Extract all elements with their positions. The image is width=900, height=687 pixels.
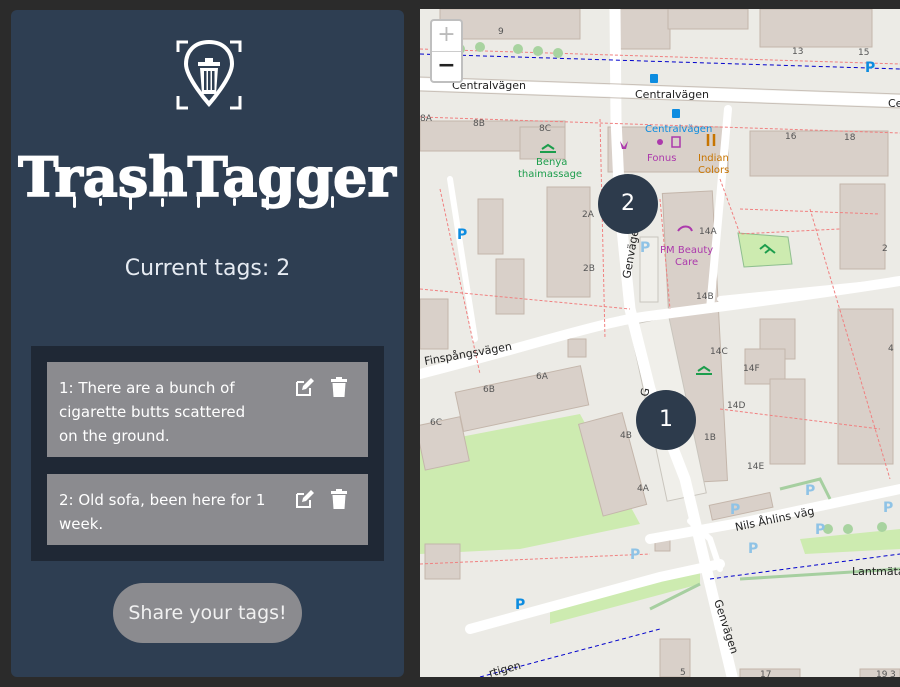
app-title: TrashTagger [11,138,404,228]
poi-label: Colors [698,165,729,176]
svg-text:P: P [730,502,740,518]
svg-text:19: 19 [876,670,888,677]
svg-text:4B: 4B [620,431,632,441]
svg-text:14F: 14F [743,364,760,374]
poi-label: thaimassage [518,169,582,180]
svg-text:14E: 14E [747,462,764,472]
svg-text:P: P [865,60,875,76]
svg-text:18: 18 [844,133,856,143]
svg-text:6A: 6A [536,372,549,382]
svg-text:P: P [815,522,825,538]
svg-text:6C: 6C [430,418,442,428]
svg-text:14A: 14A [699,227,717,237]
svg-text:P: P [515,597,525,613]
svg-text:5: 5 [680,668,686,677]
svg-text:16: 16 [785,132,797,142]
svg-text:14C: 14C [710,347,728,357]
map-tiles: P P P P P P P P P P Centralvägen Central… [420,9,900,677]
pencil-edit-icon[interactable] [294,376,316,398]
poi-label: PM Beauty [660,245,713,256]
svg-text:6B: 6B [483,385,495,395]
map-view[interactable]: P P P P P P P P P P Centralvägen Central… [420,9,900,677]
poi-label: Indian [698,153,729,164]
svg-text:8B: 8B [473,119,485,129]
tag-card: 2: Old sofa, been here for 1 week. [47,474,368,545]
poi-label: Care [675,257,698,268]
svg-text:P: P [640,240,650,256]
tag-text: 2: Old sofa, been here for 1 week. [59,491,266,533]
current-tags-count: Current tags: 2 [124,256,291,281]
svg-text:P: P [630,547,640,563]
zoom-out-button[interactable]: − [432,52,461,82]
poi-label: Fonus [647,153,676,164]
svg-text:17: 17 [760,670,771,677]
svg-text:4A: 4A [637,484,650,494]
svg-text:8C: 8C [539,124,551,134]
street-label: Ce [888,97,900,110]
svg-text:1B: 1B [704,433,716,443]
street-label: Centralvägen [452,79,526,92]
svg-text:2: 2 [882,244,888,254]
svg-text:2A: 2A [582,210,595,220]
bus-stop-label: Centralvägen [645,124,712,135]
svg-text:P: P [457,227,467,243]
sidebar: TrashTagger Current tags: 2 1: There are… [11,10,404,677]
svg-text:14B: 14B [696,292,714,302]
tag-marker-1[interactable]: 1 [636,390,696,450]
tag-marker-2[interactable]: 2 [598,174,658,234]
street-label: Lantmäta [852,565,900,578]
svg-text:8A: 8A [420,114,433,124]
tag-card: 1: There are a bunch of cigarette butts … [47,362,368,457]
zoom-control: + − [430,19,463,83]
svg-text:3: 3 [890,670,896,677]
tag-actions [294,488,354,510]
street-label: rtigen [487,659,522,677]
svg-text:9: 9 [498,27,504,37]
svg-text:13: 13 [792,47,803,57]
tag-text: 1: There are a bunch of cigarette butts … [59,379,246,445]
svg-text:P: P [883,500,893,516]
poi-label: Benya [536,157,567,168]
svg-text:14D: 14D [727,401,745,411]
trash-icon[interactable] [328,488,350,510]
svg-text:2B: 2B [583,264,595,274]
tag-list: 1: There are a bunch of cigarette butts … [31,346,384,561]
zoom-in-button[interactable]: + [432,21,461,52]
svg-text:P: P [748,541,758,557]
share-tags-button[interactable]: Share your tags! [113,583,302,643]
pencil-edit-icon[interactable] [294,488,316,510]
tag-actions [294,376,354,398]
svg-text:P: P [805,483,815,499]
trash-can-location-icon [174,38,244,112]
trash-icon[interactable] [328,376,350,398]
street-label: Centralvägen [635,88,709,101]
svg-text:15: 15 [858,48,869,58]
svg-text:4: 4 [888,344,894,354]
